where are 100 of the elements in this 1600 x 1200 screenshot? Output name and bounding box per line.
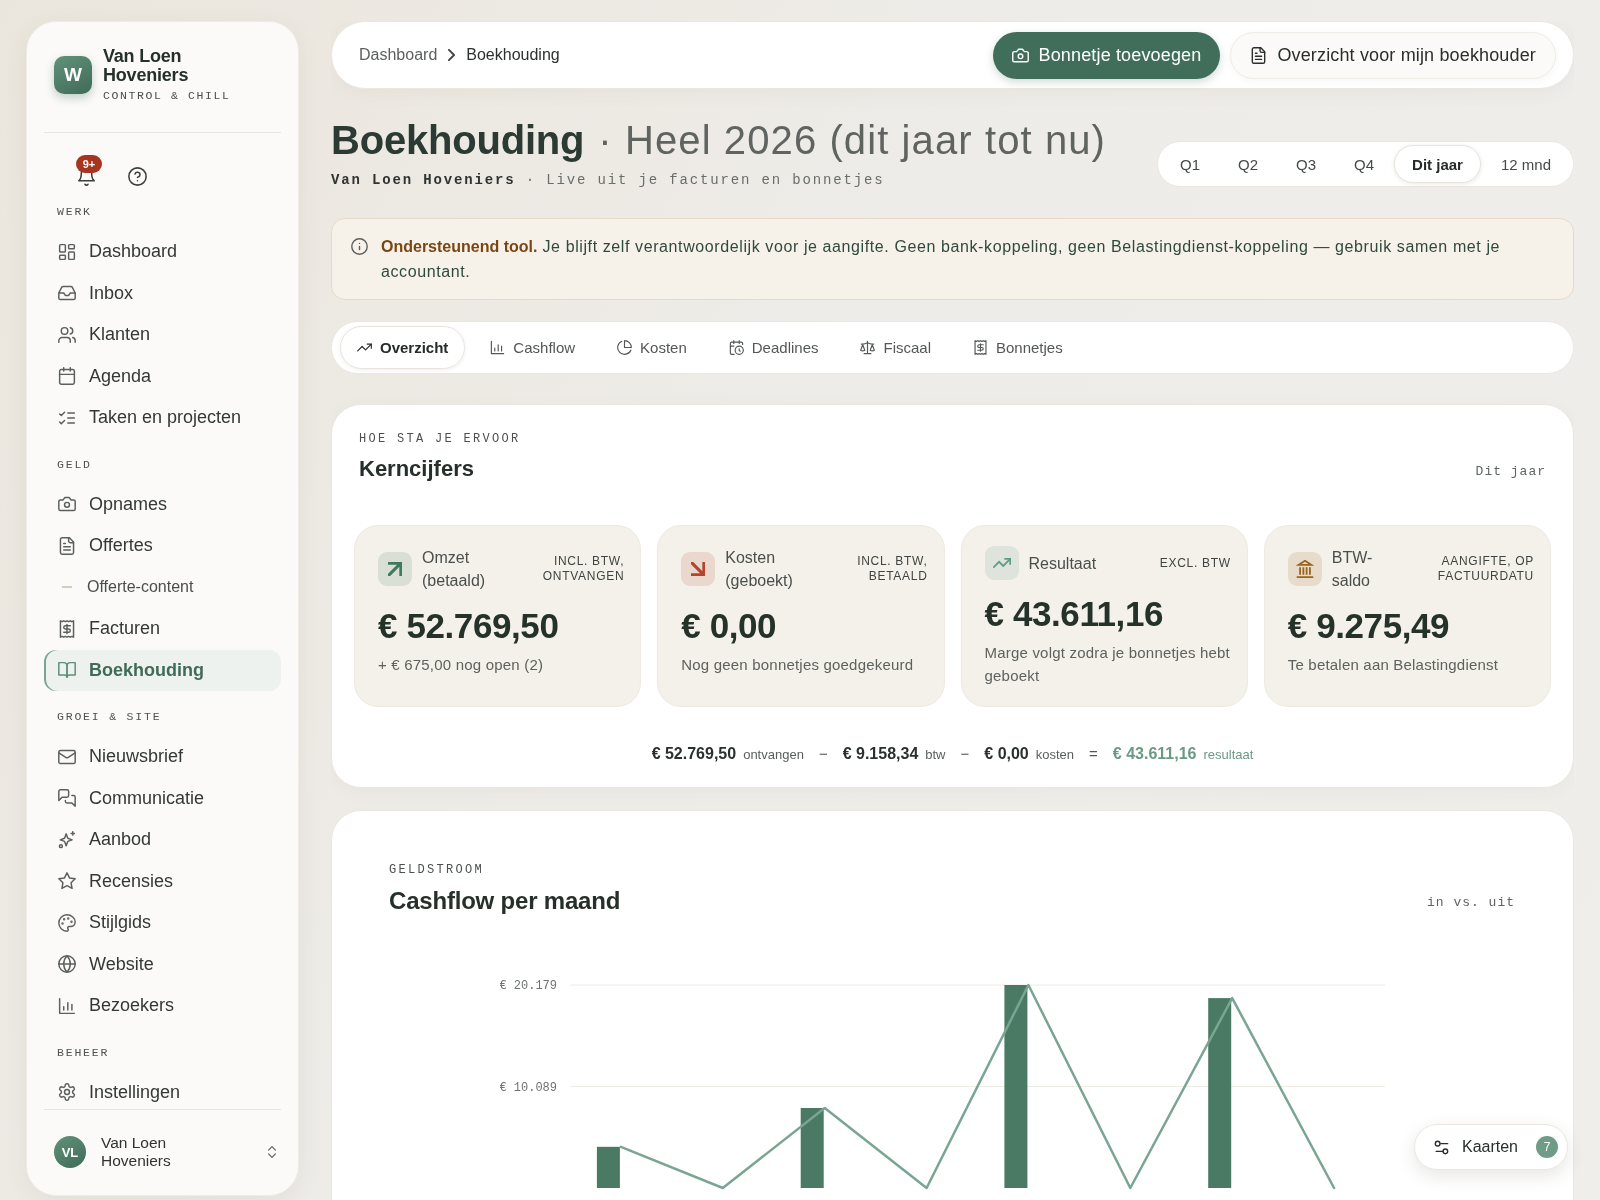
tab[interactable]: Fiscaal bbox=[843, 326, 948, 369]
bar-chart-icon bbox=[490, 340, 506, 355]
equation-amount: € 0,00 bbox=[984, 745, 1029, 763]
receipt-icon bbox=[58, 619, 76, 638]
period-option[interactable]: Q2 bbox=[1220, 145, 1277, 183]
period-option[interactable]: Q3 bbox=[1278, 145, 1335, 183]
kpi-label: Omzet (betaald) bbox=[422, 548, 486, 591]
arrow-up-right-icon bbox=[378, 552, 412, 586]
tab[interactable]: Bonnetjes bbox=[956, 326, 1080, 369]
notifications-button[interactable]: 9+ bbox=[72, 155, 102, 189]
accountant-overview-button[interactable]: Overzicht voor mijn boekhouder bbox=[1230, 31, 1556, 79]
nav-item[interactable]: Offerte-content bbox=[44, 566, 281, 608]
kpi-note: Nog geen bonnetjes goedgekeurd bbox=[681, 655, 915, 675]
chevron-right-icon bbox=[448, 49, 456, 61]
nav-item[interactable]: Klanten bbox=[44, 314, 281, 356]
kpi-label: Resultaat bbox=[1028, 553, 1097, 574]
period-option[interactable]: Q1 bbox=[1162, 145, 1219, 183]
section-eyebrow: GELDSTROOM bbox=[389, 863, 485, 877]
nav-section-label: WERK bbox=[56, 205, 93, 219]
scales-icon bbox=[860, 340, 876, 355]
nav-item[interactable]: Taken en projecten bbox=[44, 397, 281, 439]
kpi-value: € 52.769,50 bbox=[378, 607, 560, 645]
tab[interactable]: Deadlines bbox=[711, 326, 836, 369]
pie-chart-icon bbox=[617, 340, 633, 355]
section-title: Kerncijfers bbox=[359, 455, 475, 483]
help-icon bbox=[127, 166, 147, 186]
kpi-value: € 43.611,16 bbox=[984, 595, 1165, 633]
nav-item[interactable]: Stijlgids bbox=[44, 902, 281, 944]
kpi-note: Marge volgt zodra je bonnetjes hebt geboekt bbox=[984, 643, 1231, 686]
bar-chart-icon bbox=[58, 996, 76, 1015]
kpi-label: Kosten (geboekt) bbox=[725, 548, 793, 591]
count-badge: 7 bbox=[1536, 1136, 1558, 1158]
equation-amount: € 9.158,34 bbox=[842, 745, 919, 763]
palette-icon bbox=[58, 913, 76, 932]
period-option[interactable]: Q4 bbox=[1336, 145, 1393, 183]
page-subtitle: Van Loen Hoveniers · Live uit je facturen en bonnetjes bbox=[331, 172, 886, 188]
logo-mark: W bbox=[54, 56, 92, 94]
section-scope: Dit jaar bbox=[1475, 464, 1546, 479]
kpi-value: € 9.275,49 bbox=[1287, 607, 1451, 645]
settings-icon bbox=[58, 1083, 76, 1102]
tray-icon bbox=[58, 284, 76, 303]
equation-label: ontvangen bbox=[743, 747, 804, 762]
tab[interactable]: Cashflow bbox=[473, 326, 593, 369]
equation-label: btw bbox=[925, 747, 946, 762]
breadcrumb-current: Boekhouding bbox=[466, 46, 560, 64]
cards-button[interactable]: Kaarten 7 bbox=[1413, 1124, 1568, 1170]
nav-item[interactable]: Website bbox=[44, 943, 281, 985]
arrow-down-right-icon bbox=[681, 552, 716, 586]
notice-text: Ondersteunend tool. Je blijft zelf verantwoordelijk voor je aangifte. Geen bank-koppeling, geen Belastingdienst-koppeling — gebruik samen met je accountant. bbox=[381, 237, 1502, 282]
trend-up-icon bbox=[984, 546, 1019, 580]
equation-label: resultaat bbox=[1203, 747, 1254, 762]
nav-item[interactable]: Offertes bbox=[44, 525, 281, 567]
nav-item[interactable]: Inbox bbox=[44, 272, 281, 314]
sliders-icon bbox=[1432, 1139, 1450, 1155]
nav-item[interactable]: Boekhouding bbox=[44, 649, 281, 691]
period-option[interactable]: 12 mnd bbox=[1482, 145, 1569, 183]
period-option[interactable]: Dit jaar bbox=[1394, 145, 1481, 183]
breadcrumb-link[interactable]: Dashboard bbox=[359, 46, 438, 64]
kpi-note: Te betalen aan Belastingdienst bbox=[1287, 655, 1500, 675]
dash-icon bbox=[62, 586, 72, 589]
nav-item[interactable]: Dashboard bbox=[44, 231, 281, 273]
nav-section-label: BEHEER bbox=[56, 1045, 111, 1060]
kpi-tag: INCL. BTW, ONTVANGEN bbox=[495, 554, 625, 584]
kpi-tag: INCL. BTW, BETAALD bbox=[802, 554, 928, 584]
nav-section-label: GROEI & SITE bbox=[56, 710, 163, 724]
grid-icon bbox=[58, 242, 76, 261]
kpi-value: € 0,00 bbox=[681, 607, 778, 645]
kpi-tag: EXCL. BTW bbox=[1106, 555, 1231, 571]
chevron-updown-icon bbox=[268, 1145, 276, 1159]
nav-item[interactable]: Nieuwsbrief bbox=[44, 736, 281, 778]
sparkle-icon bbox=[58, 830, 76, 849]
equation-operator: = bbox=[1089, 745, 1098, 762]
camera-icon bbox=[1011, 46, 1029, 64]
kpi-tag: AANGIFTE, OP FACTUURDATU bbox=[1382, 554, 1534, 584]
account-button[interactable]: VL Van Loen Hoveniers bbox=[54, 1134, 276, 1170]
brand-name: Van Loen Hoveniers bbox=[103, 47, 190, 85]
nav-item[interactable]: Agenda bbox=[44, 355, 281, 397]
nav-item[interactable]: Facturen bbox=[44, 608, 281, 650]
people-icon bbox=[58, 325, 76, 344]
info-icon bbox=[351, 238, 368, 255]
document-icon bbox=[58, 536, 76, 555]
equation-label: kosten bbox=[1035, 747, 1075, 762]
star-icon bbox=[58, 872, 76, 891]
tab[interactable]: Kosten bbox=[600, 326, 704, 369]
calendar-clock-icon bbox=[728, 340, 744, 355]
calendar-icon bbox=[58, 367, 76, 386]
section-eyebrow: HOE STA JE ERVOOR bbox=[359, 432, 521, 446]
add-receipt-button[interactable]: Bonnetje toevoegen bbox=[992, 31, 1221, 79]
trend-up-icon bbox=[357, 340, 372, 355]
checklist-icon bbox=[58, 408, 76, 427]
nav-item[interactable]: Communicatie bbox=[44, 777, 281, 819]
equation-amount: € 43.611,16 bbox=[1112, 745, 1197, 763]
nav-item[interactable]: Instellingen bbox=[44, 1071, 281, 1109]
nav-item[interactable]: Bezoekers bbox=[44, 985, 281, 1027]
nav-item[interactable]: Aanbod bbox=[44, 819, 281, 861]
section-title: Cashflow per maand bbox=[389, 886, 621, 916]
bank-icon bbox=[1287, 552, 1322, 586]
nav-item[interactable]: Recensies bbox=[44, 860, 281, 902]
nav-item[interactable]: Opnames bbox=[44, 483, 281, 525]
globe-icon bbox=[58, 955, 76, 974]
